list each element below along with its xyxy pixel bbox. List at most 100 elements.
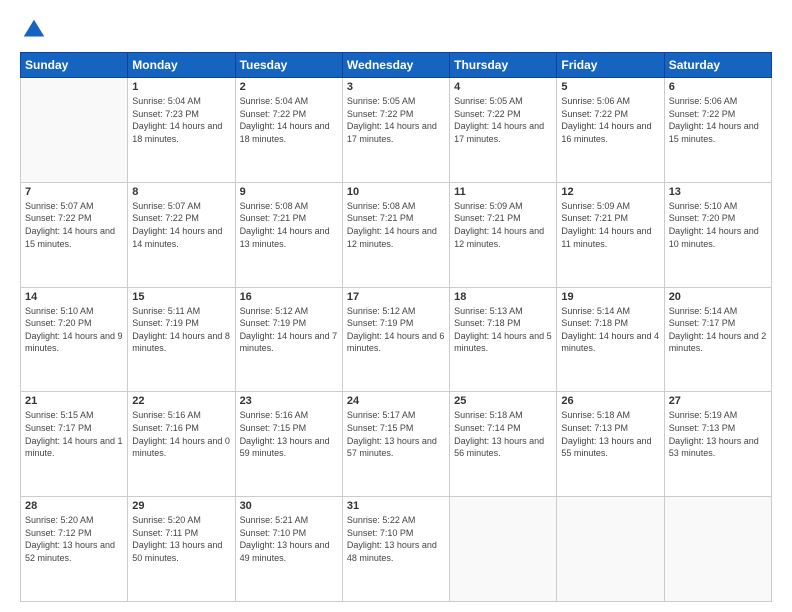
day-cell: 9Sunrise: 5:08 AM Sunset: 7:21 PM Daylig… bbox=[235, 182, 342, 287]
day-info: Sunrise: 5:18 AM Sunset: 7:14 PM Dayligh… bbox=[454, 409, 552, 459]
day-number: 16 bbox=[240, 291, 338, 303]
day-cell: 26 Sunrise: 5:18 AM Sunset: 7:13 PM Dayli… bbox=[557, 392, 664, 497]
day-info: Sunrise: 5:16 AM Sunset: 7:16 PM Dayligh… bbox=[132, 409, 230, 459]
day-info: Sunrise: 5:20 AM Sunset: 7:11 PM Dayligh… bbox=[132, 514, 230, 564]
weekday-monday: Monday bbox=[128, 53, 235, 78]
day-cell: 15 Sunrise: 5:11 AM Sunset: 7:19 PM Dayli… bbox=[128, 287, 235, 392]
day-number: 6 bbox=[669, 81, 767, 93]
day-cell: 19Sunrise: 5:14 AM Sunset: 7:18 PM Dayli… bbox=[557, 287, 664, 392]
day-number: 20 bbox=[669, 291, 767, 303]
weekday-sunday: Sunday bbox=[21, 53, 128, 78]
weekday-friday: Friday bbox=[557, 53, 664, 78]
day-cell: 11 Sunrise: 5:09 AM Sunset: 7:21 PM Dayli… bbox=[450, 182, 557, 287]
day-info: Sunrise: 5:09 AM Sunset: 7:21 PM Dayligh… bbox=[561, 200, 659, 250]
page: SundayMondayTuesdayWednesdayThursdayFrid… bbox=[0, 0, 792, 612]
day-number: 18 bbox=[454, 291, 552, 303]
day-info: Sunrise: 5:09 AM Sunset: 7:21 PM Dayligh… bbox=[454, 200, 552, 250]
week-row-2: 14 Sunrise: 5:10 AM Sunset: 7:20 PM Dayli… bbox=[21, 287, 772, 392]
day-number: 24 bbox=[347, 395, 445, 407]
day-cell: 24 Sunrise: 5:17 AM Sunset: 7:15 PM Dayli… bbox=[342, 392, 449, 497]
day-cell: 25 Sunrise: 5:18 AM Sunset: 7:14 PM Dayli… bbox=[450, 392, 557, 497]
day-cell: 5 Sunrise: 5:06 AM Sunset: 7:22 PM Daylig… bbox=[557, 78, 664, 183]
day-info: Sunrise: 5:21 AM Sunset: 7:10 PM Dayligh… bbox=[240, 514, 338, 564]
day-cell bbox=[557, 497, 664, 602]
day-number: 26 bbox=[561, 395, 659, 407]
day-cell: 30 Sunrise: 5:21 AM Sunset: 7:10 PM Dayli… bbox=[235, 497, 342, 602]
day-number: 7 bbox=[25, 186, 123, 198]
day-number: 1 bbox=[132, 81, 230, 93]
day-info: Sunrise: 5:04 AM Sunset: 7:22 PM Dayligh… bbox=[240, 95, 338, 145]
day-cell bbox=[21, 78, 128, 183]
day-cell: 6 Sunrise: 5:06 AM Sunset: 7:22 PM Daylig… bbox=[664, 78, 771, 183]
day-info: Sunrise: 5:15 AM Sunset: 7:17 PM Dayligh… bbox=[25, 409, 123, 459]
day-cell: 27Sunrise: 5:19 AM Sunset: 7:13 PM Dayli… bbox=[664, 392, 771, 497]
week-row-3: 21 Sunrise: 5:15 AM Sunset: 7:17 PM Dayli… bbox=[21, 392, 772, 497]
logo bbox=[20, 16, 52, 44]
day-number: 11 bbox=[454, 186, 552, 198]
day-number: 8 bbox=[132, 186, 230, 198]
day-cell: 10 Sunrise: 5:08 AM Sunset: 7:21 PM Dayli… bbox=[342, 182, 449, 287]
weekday-header-row: SundayMondayTuesdayWednesdayThursdayFrid… bbox=[21, 53, 772, 78]
day-cell: 17 Sunrise: 5:12 AM Sunset: 7:19 PM Dayli… bbox=[342, 287, 449, 392]
day-cell: 2Sunrise: 5:04 AM Sunset: 7:22 PM Daylig… bbox=[235, 78, 342, 183]
day-cell: 3Sunrise: 5:05 AM Sunset: 7:22 PM Daylig… bbox=[342, 78, 449, 183]
day-number: 13 bbox=[669, 186, 767, 198]
day-cell: 21 Sunrise: 5:15 AM Sunset: 7:17 PM Dayli… bbox=[21, 392, 128, 497]
day-info: Sunrise: 5:05 AM Sunset: 7:22 PM Dayligh… bbox=[347, 95, 445, 145]
day-info: Sunrise: 5:06 AM Sunset: 7:22 PM Dayligh… bbox=[561, 95, 659, 145]
day-info: Sunrise: 5:14 AM Sunset: 7:18 PM Dayligh… bbox=[561, 305, 659, 355]
day-info: Sunrise: 5:13 AM Sunset: 7:18 PM Dayligh… bbox=[454, 305, 552, 355]
day-number: 9 bbox=[240, 186, 338, 198]
day-cell: 20Sunrise: 5:14 AM Sunset: 7:17 PM Dayli… bbox=[664, 287, 771, 392]
day-number: 29 bbox=[132, 500, 230, 512]
day-number: 27 bbox=[669, 395, 767, 407]
week-row-4: 28Sunrise: 5:20 AM Sunset: 7:12 PM Dayli… bbox=[21, 497, 772, 602]
day-cell: 29 Sunrise: 5:20 AM Sunset: 7:11 PM Dayli… bbox=[128, 497, 235, 602]
day-number: 15 bbox=[132, 291, 230, 303]
day-cell: 8 Sunrise: 5:07 AM Sunset: 7:22 PM Daylig… bbox=[128, 182, 235, 287]
day-cell: 14 Sunrise: 5:10 AM Sunset: 7:20 PM Dayli… bbox=[21, 287, 128, 392]
day-number: 12 bbox=[561, 186, 659, 198]
day-number: 5 bbox=[561, 81, 659, 93]
calendar-table: SundayMondayTuesdayWednesdayThursdayFrid… bbox=[20, 52, 772, 602]
day-cell: 13Sunrise: 5:10 AM Sunset: 7:20 PM Dayli… bbox=[664, 182, 771, 287]
week-row-0: 1Sunrise: 5:04 AM Sunset: 7:23 PM Daylig… bbox=[21, 78, 772, 183]
day-number: 22 bbox=[132, 395, 230, 407]
day-info: Sunrise: 5:11 AM Sunset: 7:19 PM Dayligh… bbox=[132, 305, 230, 355]
day-cell: 18 Sunrise: 5:13 AM Sunset: 7:18 PM Dayli… bbox=[450, 287, 557, 392]
day-cell: 1Sunrise: 5:04 AM Sunset: 7:23 PM Daylig… bbox=[128, 78, 235, 183]
day-number: 31 bbox=[347, 500, 445, 512]
day-cell: 23 Sunrise: 5:16 AM Sunset: 7:15 PM Dayli… bbox=[235, 392, 342, 497]
day-number: 30 bbox=[240, 500, 338, 512]
day-cell: 28Sunrise: 5:20 AM Sunset: 7:12 PM Dayli… bbox=[21, 497, 128, 602]
day-info: Sunrise: 5:06 AM Sunset: 7:22 PM Dayligh… bbox=[669, 95, 767, 145]
day-cell bbox=[664, 497, 771, 602]
day-info: Sunrise: 5:16 AM Sunset: 7:15 PM Dayligh… bbox=[240, 409, 338, 459]
day-number: 17 bbox=[347, 291, 445, 303]
day-info: Sunrise: 5:12 AM Sunset: 7:19 PM Dayligh… bbox=[347, 305, 445, 355]
day-cell: 12 Sunrise: 5:09 AM Sunset: 7:21 PM Dayli… bbox=[557, 182, 664, 287]
day-number: 25 bbox=[454, 395, 552, 407]
day-info: Sunrise: 5:10 AM Sunset: 7:20 PM Dayligh… bbox=[25, 305, 123, 355]
day-info: Sunrise: 5:17 AM Sunset: 7:15 PM Dayligh… bbox=[347, 409, 445, 459]
header bbox=[20, 16, 772, 44]
day-cell: 22 Sunrise: 5:16 AM Sunset: 7:16 PM Dayli… bbox=[128, 392, 235, 497]
weekday-saturday: Saturday bbox=[664, 53, 771, 78]
day-info: Sunrise: 5:22 AM Sunset: 7:10 PM Dayligh… bbox=[347, 514, 445, 564]
day-info: Sunrise: 5:08 AM Sunset: 7:21 PM Dayligh… bbox=[347, 200, 445, 250]
day-number: 23 bbox=[240, 395, 338, 407]
day-info: Sunrise: 5:07 AM Sunset: 7:22 PM Dayligh… bbox=[132, 200, 230, 250]
day-cell: 4 Sunrise: 5:05 AM Sunset: 7:22 PM Daylig… bbox=[450, 78, 557, 183]
day-info: Sunrise: 5:18 AM Sunset: 7:13 PM Dayligh… bbox=[561, 409, 659, 459]
day-number: 10 bbox=[347, 186, 445, 198]
day-info: Sunrise: 5:07 AM Sunset: 7:22 PM Dayligh… bbox=[25, 200, 123, 250]
day-info: Sunrise: 5:12 AM Sunset: 7:19 PM Dayligh… bbox=[240, 305, 338, 355]
day-info: Sunrise: 5:05 AM Sunset: 7:22 PM Dayligh… bbox=[454, 95, 552, 145]
day-number: 21 bbox=[25, 395, 123, 407]
week-row-1: 7 Sunrise: 5:07 AM Sunset: 7:22 PM Daylig… bbox=[21, 182, 772, 287]
logo-icon bbox=[20, 16, 48, 44]
day-number: 4 bbox=[454, 81, 552, 93]
day-cell: 7 Sunrise: 5:07 AM Sunset: 7:22 PM Daylig… bbox=[21, 182, 128, 287]
day-number: 14 bbox=[25, 291, 123, 303]
day-cell bbox=[450, 497, 557, 602]
